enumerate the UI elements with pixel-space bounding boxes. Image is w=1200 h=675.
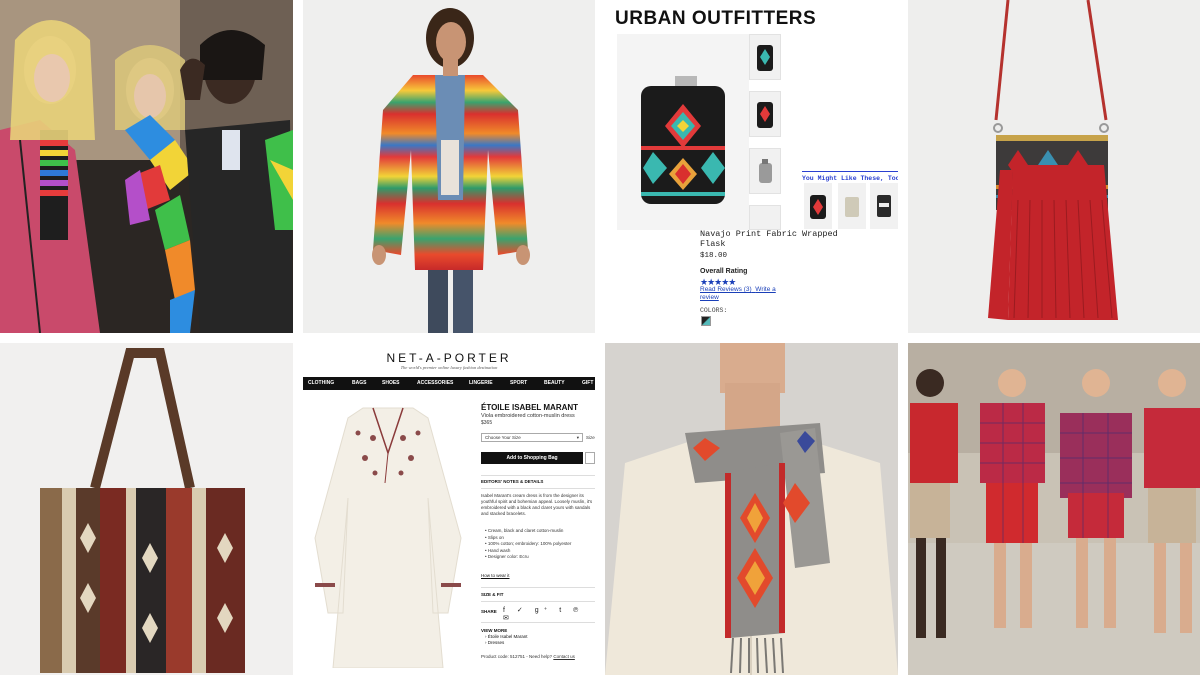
editors-notes-text: Isabel Marant's cream dress is from the … — [481, 493, 593, 516]
color-swatch[interactable] — [701, 316, 711, 326]
list-item: • Designer color: Ecru — [485, 554, 529, 559]
divider — [481, 475, 595, 476]
net-a-porter-tagline: The world's premier online luxury fashio… — [400, 365, 498, 370]
flask-thumb-3[interactable] — [749, 148, 781, 194]
how-to-wear-link[interactable]: How to wear it — [481, 573, 510, 578]
nav-item-shoes[interactable]: SHOES — [382, 380, 400, 386]
product-price: $18.00 — [700, 252, 728, 260]
urban-outfitters-product-page: URBAN OUTFITTERS You Might Like These, T… — [605, 0, 898, 333]
suggestion-thumb-2[interactable] — [838, 183, 866, 229]
category-nav: CLOTHING BAGS SHOES ACCESSORIES LINGERIE… — [303, 377, 595, 390]
dress-image[interactable] — [313, 398, 463, 669]
colors-label: COLORS: — [700, 307, 728, 314]
product-code: Product code: 512751 - Need help? Contac… — [481, 654, 575, 659]
add-to-bag-button[interactable]: Add to Shopping Bag — [481, 452, 583, 464]
read-reviews-link[interactable]: Read Reviews (3) — [700, 286, 752, 293]
net-a-porter-logo: NET-A-PORTER — [386, 351, 512, 365]
view-more-link[interactable]: › Dresses — [481, 640, 528, 646]
runway-models-photo — [0, 0, 293, 333]
view-more-section: VIEW MORE › Étoile Isabel Marant › Dress… — [481, 628, 528, 646]
product-name: Navajo Print Fabric Wrapped Flask — [700, 229, 838, 249]
size-guide-link[interactable]: Size — [586, 435, 595, 440]
product-details-list: • Cream, black and claret cotton-muslin … — [485, 528, 571, 561]
chevron-down-icon: ▾ — [576, 435, 579, 440]
fringe-bag-photo — [908, 0, 1200, 333]
product-brand: ÉTOILE ISABEL MARANT — [481, 403, 579, 412]
share-label: SHARE — [481, 609, 497, 614]
nav-item-beauty[interactable]: BEAUTY — [544, 380, 565, 386]
share-icons[interactable]: f ✓ g⁺ t ℗ ✉ — [503, 606, 595, 622]
flask-thumb-2[interactable] — [749, 91, 781, 137]
product-description: Viola embroidered cotton-muslin dress — [481, 413, 575, 419]
size-select[interactable]: Choose Your Size ▾ — [481, 433, 583, 442]
contact-us-link[interactable]: Contact us — [553, 654, 575, 659]
product-price: $365 — [481, 420, 493, 426]
suggestion-thumb-1[interactable] — [804, 183, 832, 229]
overall-rating-label: Overall Rating — [700, 268, 748, 275]
net-a-porter-product-page: NET-A-PORTER The world's premier online … — [303, 343, 595, 675]
divider — [481, 601, 595, 602]
nav-item-accessories[interactable]: ACCESSORIES — [417, 380, 453, 386]
divider — [481, 622, 595, 623]
size-fit-heading[interactable]: SIZE & FIT — [481, 592, 504, 597]
woven-tote-photo — [0, 343, 293, 675]
plaid-runway-photo — [908, 343, 1200, 675]
nav-item-sport[interactable]: SPORT — [510, 380, 527, 386]
nav-item-clothing[interactable]: CLOTHING — [308, 380, 334, 386]
scarf-model-photo — [605, 343, 898, 675]
wishlist-button[interactable] — [585, 452, 595, 464]
suggestion-thumb-3[interactable] — [870, 183, 898, 229]
nav-item-lingerie[interactable]: LINGERIE — [469, 380, 493, 386]
urban-outfitters-logo: URBAN OUTFITTERS — [615, 8, 817, 29]
reviews-links: Read Reviews (3) Write a review — [700, 286, 790, 302]
editors-notes-heading[interactable]: EDITORS' NOTES & DETAILS — [481, 479, 543, 484]
flask-main-image[interactable] — [617, 34, 749, 230]
nav-item-bags[interactable]: BAGS — [352, 380, 366, 386]
divider — [481, 587, 595, 588]
flask-thumb-1[interactable] — [749, 34, 781, 80]
serape-coat-photo — [303, 0, 595, 333]
you-might-like-header: You Might Like These, Too — [802, 171, 898, 182]
size-select-value: Choose Your Size — [485, 435, 521, 440]
divider — [481, 488, 595, 489]
flask-thumb-4[interactable] — [749, 205, 781, 230]
nav-item-gifts[interactable]: GIFT — [582, 380, 593, 386]
